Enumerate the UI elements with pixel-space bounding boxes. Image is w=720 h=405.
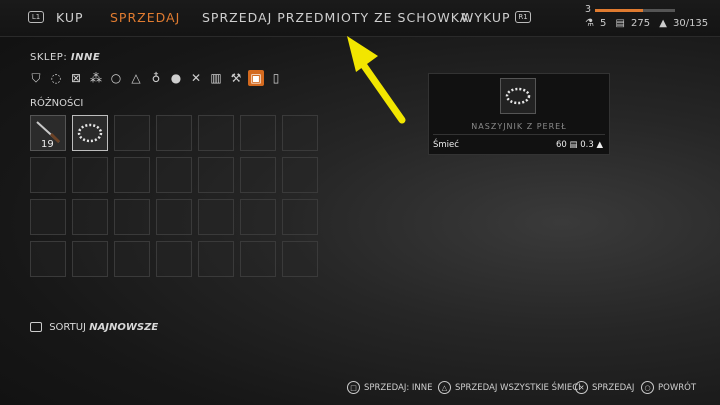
potion-count: 5 — [599, 18, 607, 29]
ring-category-icon[interactable]: ◌ — [48, 70, 64, 86]
touchpad-icon — [30, 322, 42, 332]
inventory-slot[interactable] — [72, 199, 108, 235]
top-nav-bar: L1 KUP SPRZEDAJ SPRZEDAJ PRZEDMIOTY ZE S… — [0, 0, 720, 37]
tab-buy[interactable]: KUP — [56, 10, 84, 25]
shop-name: INNE — [70, 52, 101, 63]
weapon-category-icon[interactable]: ⛉ — [28, 70, 44, 86]
potion-category-icon[interactable]: ♁ — [148, 70, 164, 86]
crowns-count: 275 — [630, 18, 651, 29]
inventory-slot[interactable] — [240, 157, 276, 193]
inventory-slot[interactable] — [240, 115, 276, 151]
sort-value: NAJNOWSZE — [89, 322, 159, 333]
sort-control[interactable]: SORTUJ NAJNOWSZE — [30, 322, 158, 333]
inventory-slot-pearl-necklace[interactable] — [72, 115, 108, 151]
quest-category-icon[interactable]: ▯ — [268, 70, 284, 86]
footer-sell-label: SPRZEDAJ — [592, 382, 635, 393]
xp-bar — [595, 9, 675, 12]
weight-icon: ▲ — [596, 140, 603, 150]
r1-button-hint[interactable]: R1 — [515, 11, 531, 23]
inventory-slot[interactable] — [114, 157, 150, 193]
inventory-slot[interactable] — [198, 241, 234, 277]
trap-category-icon[interactable]: ⊠ — [68, 70, 84, 86]
footer-sell-category[interactable]: □ SPRZEDAJ: INNE — [347, 381, 433, 394]
inventory-slot[interactable] — [114, 199, 150, 235]
player-stats: 3 ⚗ 5 ▤ 275 ▲ 30/135 — [585, 4, 708, 32]
item-quantity: 19 — [41, 139, 54, 150]
craft-category-icon[interactable]: ⚒ — [228, 70, 244, 86]
sort-label: SORTUJ — [49, 322, 87, 333]
footer-back[interactable]: ○ POWRÓT — [641, 381, 696, 394]
tooltip-divider — [433, 134, 605, 135]
player-level: 3 — [585, 4, 592, 15]
triangle-button-icon: △ — [438, 381, 451, 394]
inventory-slot[interactable] — [282, 241, 318, 277]
inventory-slot[interactable] — [240, 241, 276, 277]
bombs-category-icon[interactable]: ⁂ — [88, 70, 104, 86]
arrow-head — [347, 36, 378, 72]
inventory-slot[interactable] — [156, 199, 192, 235]
tab-sell[interactable]: SPRZEDAJ — [110, 10, 180, 25]
inventory-slot[interactable] — [156, 115, 192, 151]
arrow-shaft — [356, 56, 406, 124]
book-category-icon[interactable]: ▥ — [208, 70, 224, 86]
inventory-slot[interactable] — [114, 241, 150, 277]
inventory-slot[interactable] — [198, 199, 234, 235]
inventory-slot[interactable] — [198, 157, 234, 193]
potion-icon: ⚗ — [585, 18, 594, 29]
tooltip-values: 60 ▤ 0.3 ▲ — [556, 140, 603, 150]
inventory-slot[interactable] — [240, 199, 276, 235]
stat-row: ⚗ 5 ▤ 275 ▲ 30/135 — [585, 18, 714, 29]
inventory-slot[interactable] — [156, 157, 192, 193]
junk-category-icon[interactable]: ▣ — [248, 70, 264, 86]
item-tooltip: NASZYJNIK Z PEREŁ Śmieć 60 ▤ 0.3 ▲ — [428, 73, 610, 155]
pearl-necklace-icon — [505, 87, 531, 105]
tooltip-price: 60 — [555, 140, 567, 150]
footer-sell[interactable]: ✕ SPRZEDAJ — [575, 381, 634, 394]
coin-icon: ▤ — [569, 140, 581, 150]
section-title: RÓŻNOŚCI — [30, 98, 84, 109]
inventory-slot[interactable] — [114, 115, 150, 151]
inventory-slot[interactable] — [72, 157, 108, 193]
category-filter-row: ⛉ ◌ ⊠ ⁂ ○ △ ♁ ● ✕ ▥ ⚒ ▣ ▯ — [28, 70, 284, 90]
inventory-slot-dagger[interactable]: 19 — [30, 115, 66, 151]
inventory-slot[interactable] — [72, 241, 108, 277]
weight-value: 30/135 — [672, 18, 709, 29]
tooltip-item-image — [500, 78, 536, 114]
coin-icon: ▤ — [615, 18, 625, 29]
inventory-slot[interactable] — [30, 157, 66, 193]
l1-button-hint[interactable]: L1 — [28, 11, 44, 23]
inventory-slot[interactable] — [282, 199, 318, 235]
shop-label-text: SKLEP: — [30, 52, 68, 63]
food-category-icon[interactable]: ● — [168, 70, 184, 86]
inventory-grid: 19 — [30, 115, 318, 277]
tooltip-item-name: NASZYJNIK Z PEREŁ — [471, 122, 567, 131]
tooltip-weight: 0.3 — [580, 140, 594, 150]
inventory-slot[interactable] — [30, 199, 66, 235]
shop-label: SKLEP: INNE — [30, 52, 100, 63]
inventory-slot[interactable] — [282, 157, 318, 193]
inventory-slot[interactable] — [30, 241, 66, 277]
pearl-necklace-icon — [77, 123, 103, 143]
circle-button-icon: ○ — [641, 381, 654, 394]
jewelry-category-icon[interactable]: ○ — [108, 70, 124, 86]
weight-icon: ▲ — [659, 18, 667, 29]
inventory-slot[interactable] — [198, 115, 234, 151]
footer-back-label: POWRÓT — [658, 382, 697, 393]
footer-sell-junk-label: SPRZEDAJ WSZYSTKIE ŚMIECI — [455, 382, 581, 393]
footer-sell-junk[interactable]: △ SPRZEDAJ WSZYSTKIE ŚMIECI — [438, 381, 581, 394]
square-button-icon: □ — [347, 381, 360, 394]
xp-bar-fill — [595, 9, 643, 12]
tab-buyback[interactable]: WYKUP — [461, 10, 511, 25]
inventory-slot[interactable] — [282, 115, 318, 151]
alchemy-category-icon[interactable]: △ — [128, 70, 144, 86]
tab-sell-stash[interactable]: SPRZEDAJ PRZEDMIOTY ZE SCHOWKA — [202, 10, 469, 25]
tooltip-item-type: Śmieć — [433, 140, 459, 150]
cross-button-icon: ✕ — [575, 381, 588, 394]
inventory-slot[interactable] — [156, 241, 192, 277]
footer-sell-category-label: SPRZEDAJ: INNE — [364, 382, 433, 393]
tools-category-icon[interactable]: ✕ — [188, 70, 204, 86]
